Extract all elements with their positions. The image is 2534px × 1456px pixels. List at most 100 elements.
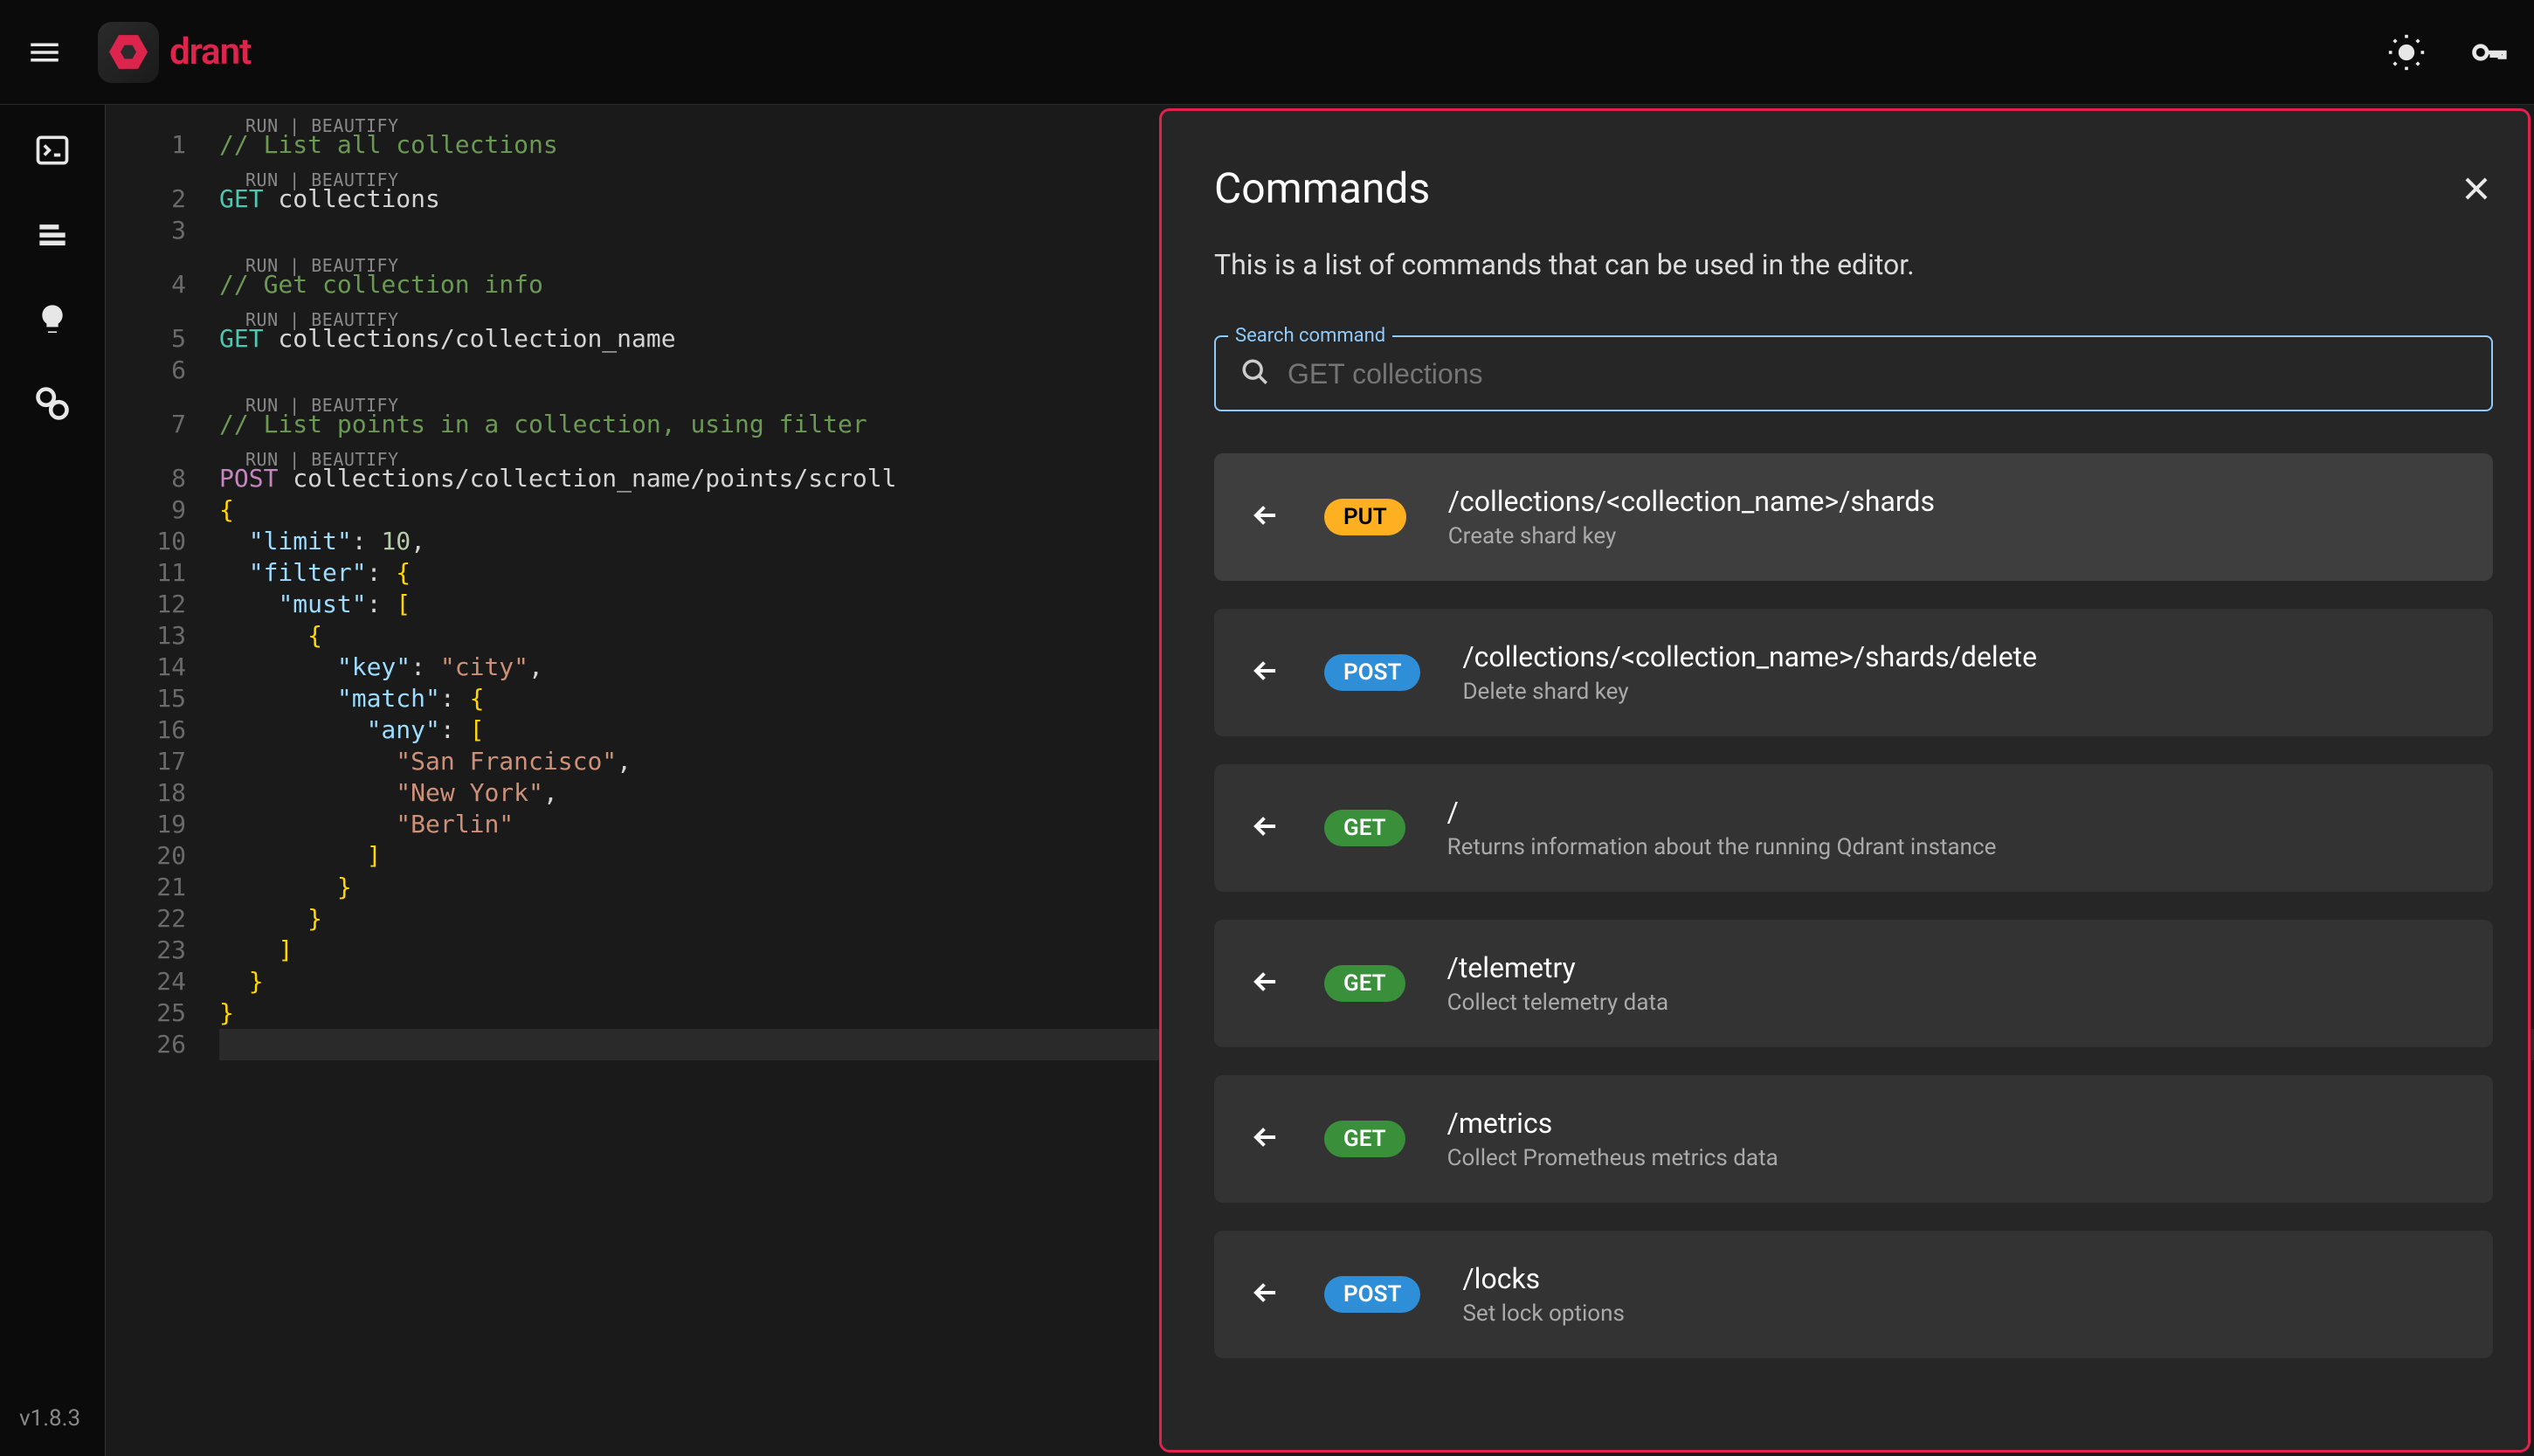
line-code: ] (219, 935, 293, 966)
method-badge: PUT (1324, 499, 1406, 535)
search-label: Search command (1228, 325, 1392, 347)
line-code: "San Francisco", (219, 746, 632, 777)
command-item[interactable]: GET/telemetry Collect telemetry data (1214, 920, 2493, 1047)
method-badge: POST (1324, 654, 1420, 691)
line-number: 25 (106, 997, 219, 1029)
line-code: "filter": { (219, 557, 411, 589)
sidebar (0, 105, 105, 1456)
line-number: 5 (106, 323, 219, 355)
command-list: PUT/collections/<collection_name>/shards… (1214, 453, 2493, 1376)
command-path: /collections/<collection_name>/shards/de… (1462, 640, 2037, 673)
codelens[interactable]: RUN | BEAUTIFY (245, 444, 399, 475)
command-item[interactable]: GET / Returns information about the runnin… (1214, 764, 2493, 892)
command-item[interactable]: POST/collections/<collection_name>/shard… (1214, 609, 2493, 736)
line-number: 26 (106, 1029, 219, 1060)
line-number: 7 (106, 409, 219, 440)
brand-logo[interactable]: drant (98, 22, 251, 83)
panel-subtitle: This is a list of commands that can be u… (1214, 248, 2493, 281)
line-number: 21 (106, 872, 219, 903)
line-code: } (219, 966, 264, 997)
line-code: "limit": 10, (219, 526, 425, 557)
line-code: "key": "city", (219, 652, 543, 683)
line-code: { (219, 620, 322, 652)
search-input[interactable] (1288, 358, 2467, 390)
close-icon[interactable] (2460, 172, 2493, 205)
line-code: { (219, 494, 234, 526)
command-desc: Create shard key (1448, 523, 1935, 549)
line-code: } (219, 997, 234, 1029)
insert-arrow-icon[interactable] (1249, 654, 1282, 691)
command-item[interactable]: PUT/collections/<collection_name>/shards… (1214, 453, 2493, 581)
brand-text: drant (169, 31, 251, 73)
menu-icon[interactable] (26, 34, 63, 71)
line-number: 20 (106, 840, 219, 872)
method-badge: POST (1324, 1276, 1420, 1313)
line-number: 8 (106, 463, 219, 494)
line-number: 19 (106, 809, 219, 840)
line-number: 3 (106, 215, 219, 246)
line-number: 15 (106, 683, 219, 714)
codelens[interactable]: RUN | BEAUTIFY (245, 304, 399, 335)
command-path: /telemetry (1447, 951, 1669, 984)
command-item[interactable]: GET/metrics Collect Prometheus metrics da… (1214, 1075, 2493, 1203)
line-code: "New York", (219, 777, 558, 809)
method-badge: GET (1324, 810, 1405, 846)
line-number: 13 (106, 620, 219, 652)
line-number: 18 (106, 777, 219, 809)
line-number: 6 (106, 355, 219, 386)
line-code: } (219, 872, 352, 903)
codelens[interactable]: RUN | BEAUTIFY (245, 390, 399, 421)
key-icon[interactable] (2469, 33, 2508, 72)
line-code (219, 355, 234, 386)
line-code (219, 215, 234, 246)
line-number: 4 (106, 269, 219, 300)
line-number: 24 (106, 966, 219, 997)
line-number: 12 (106, 589, 219, 620)
line-number: 23 (106, 935, 219, 966)
sidebar-item-hints[interactable] (35, 302, 70, 341)
command-path: /metrics (1447, 1107, 1778, 1140)
sidebar-item-collections[interactable] (33, 217, 72, 259)
insert-arrow-icon[interactable] (1249, 1121, 1282, 1157)
insert-arrow-icon[interactable] (1249, 965, 1282, 1002)
line-number: 10 (106, 526, 219, 557)
method-badge: GET (1324, 965, 1405, 1002)
method-badge: GET (1324, 1121, 1405, 1157)
line-number: 11 (106, 557, 219, 589)
codelens[interactable]: RUN | BEAUTIFY (245, 110, 399, 141)
command-desc: Collect telemetry data (1447, 990, 1669, 1016)
line-code: "Berlin" (219, 809, 514, 840)
panel-title: Commands (1214, 163, 1430, 213)
command-path: /collections/<collection_name>/shards (1448, 485, 1935, 518)
line-code: ] (219, 840, 381, 872)
insert-arrow-icon[interactable] (1249, 499, 1282, 535)
codelens[interactable]: RUN | BEAUTIFY (245, 250, 399, 281)
command-path: /locks (1462, 1262, 1624, 1295)
line-number: 9 (106, 494, 219, 526)
version-label: v1.8.3 (19, 1405, 80, 1432)
command-item[interactable]: POST/locks Set lock options (1214, 1231, 2493, 1358)
command-desc: Collect Prometheus metrics data (1447, 1145, 1778, 1171)
insert-arrow-icon[interactable] (1249, 810, 1282, 846)
logo-icon (98, 22, 159, 83)
search-command[interactable]: Search command (1214, 325, 2493, 411)
command-desc: Returns information about the running Qd… (1447, 834, 1997, 860)
command-desc: Delete shard key (1462, 679, 2037, 705)
sidebar-item-console[interactable] (33, 131, 72, 173)
insert-arrow-icon[interactable] (1249, 1276, 1282, 1313)
command-path: / (1447, 796, 1997, 829)
line-code: "any": [ (219, 714, 484, 746)
line-number: 2 (106, 183, 219, 215)
line-number: 16 (106, 714, 219, 746)
command-desc: Set lock options (1462, 1301, 1624, 1327)
search-icon (1240, 357, 1270, 390)
topbar: drant (0, 0, 2534, 105)
codelens[interactable]: RUN | BEAUTIFY (245, 164, 399, 196)
commands-panel: Commands This is a list of commands that… (1159, 108, 2531, 1453)
line-number: 17 (106, 746, 219, 777)
theme-toggle-icon[interactable] (2387, 33, 2426, 72)
line-code: "match": { (219, 683, 484, 714)
line-code (219, 1029, 234, 1060)
sidebar-item-datasets[interactable] (33, 384, 72, 426)
line-number: 22 (106, 903, 219, 935)
